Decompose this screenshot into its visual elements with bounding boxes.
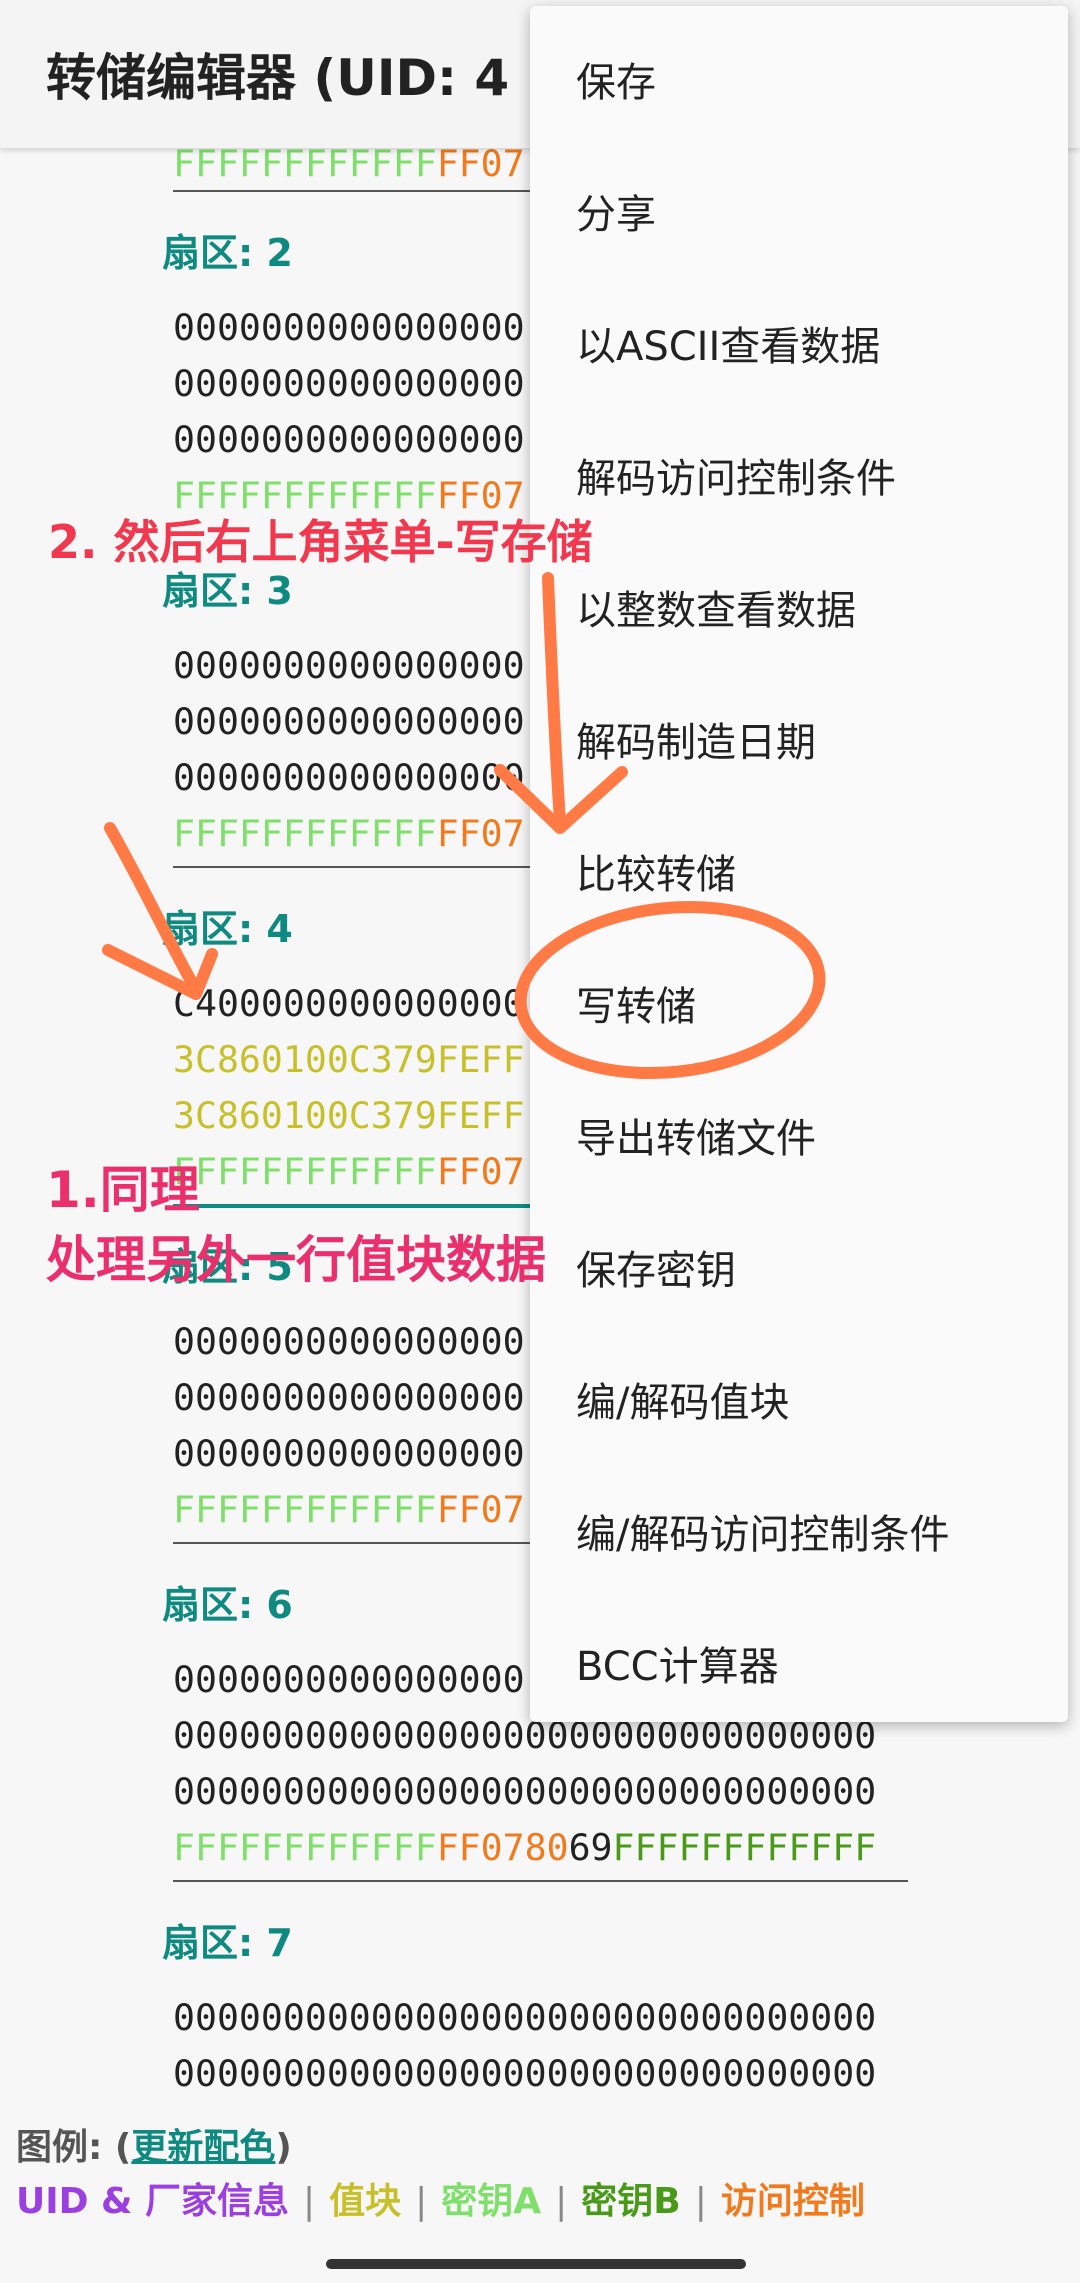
block-line: 00000000000000000000000000000000	[173, 2052, 877, 2095]
update-colors-link[interactable]: 更新配色	[131, 2127, 275, 2168]
value-block-line: 3C860100C379FEFF	[173, 1038, 525, 1081]
menu-item-save-keys[interactable]: 保存密钥	[576, 1238, 736, 1296]
trailer-line: FFFFFFFFFFFFFF07	[173, 1150, 525, 1193]
sector-divider	[173, 1880, 908, 1882]
legend-uid: UID & 厂家信息	[16, 2181, 289, 2222]
annotation-step2: 2. 然后右上角菜单-写存储	[48, 515, 593, 569]
block-line: 0000000000000000	[173, 1432, 525, 1475]
menu-item-bcc-calculator[interactable]: BCC计算器	[576, 1634, 779, 1692]
block-line: 0000000000000000	[173, 1320, 525, 1363]
menu-item-write-dump[interactable]: 写转储	[576, 974, 696, 1032]
menu-item-access-tool[interactable]: 编/解码访问控制条件	[576, 1502, 949, 1560]
block-line: 0000000000000000	[173, 1376, 525, 1419]
block-line: 0000000000000000	[173, 418, 525, 461]
annotation-step1-line1: 1.同理	[46, 1161, 200, 1219]
trailer-line: FFFFFFFFFFFFFF078069FFFFFFFFFFFF	[173, 1826, 877, 1869]
overflow-menu: 保存 分享 以ASCII查看数据 解码访问控制条件 以整数查看数据 解码制造日期…	[530, 6, 1068, 1722]
page-title: 转储编辑器 (UID: 4	[46, 49, 510, 107]
annotation-step1-line2: 处理另外一行值块数据	[46, 1231, 546, 1289]
trailer-line: FFFFFFFFFFFFFF07	[173, 812, 525, 855]
legend-value-block: 值块	[329, 2181, 402, 2222]
legend-key-a: 密钥A	[441, 2181, 542, 2222]
value-block-line: 3C860100C379FEFF	[173, 1094, 525, 1137]
block-line: 0000000000000000	[173, 644, 525, 687]
legend-access-control: 访问控制	[720, 2181, 865, 2222]
block-line: 0000000000000000	[173, 362, 525, 405]
block-line: 00000000000000000000000000000000	[173, 1996, 877, 2039]
menu-item-compare-dump[interactable]: 比较转储	[576, 842, 736, 900]
block-line: 00000000000000000000000000000000	[173, 1770, 877, 1813]
menu-item-decode-date[interactable]: 解码制造日期	[576, 710, 816, 768]
block-line: 0000000000000000	[173, 306, 525, 349]
menu-item-view-ascii[interactable]: 以ASCII查看数据	[576, 314, 880, 372]
block-line: 0000000000000000	[173, 756, 525, 799]
block-line: C400000000000000	[173, 982, 525, 1025]
sector-header: 扇区: 4	[162, 907, 293, 951]
block-line: 0000000000000000	[173, 1658, 525, 1701]
trailer-line: FFFFFFFFFFFFFF07	[173, 148, 525, 185]
trailer-line: FFFFFFFFFFFFFF07	[173, 1488, 525, 1531]
block-line: 0000000000000000	[173, 700, 525, 743]
menu-item-decode-access[interactable]: 解码访问控制条件	[576, 446, 896, 504]
legend-key-b: 密钥B	[581, 2181, 681, 2222]
menu-item-view-integer[interactable]: 以整数查看数据	[576, 578, 856, 636]
sector-header: 扇区: 6	[162, 1583, 293, 1627]
home-indicator[interactable]	[326, 2259, 746, 2269]
menu-item-value-block[interactable]: 编/解码值块	[576, 1370, 789, 1428]
sector-header: 扇区: 7	[162, 1921, 293, 1965]
legend-title: 图例: (更新配色)	[16, 2127, 292, 2168]
menu-item-export-dump[interactable]: 导出转储文件	[576, 1106, 816, 1164]
sector-header: 扇区: 2	[162, 231, 293, 275]
legend: UID & 厂家信息 | 值块 | 密钥A | 密钥B | 访问控制	[16, 2181, 865, 2222]
menu-item-share[interactable]: 分享	[576, 182, 656, 240]
menu-item-save[interactable]: 保存	[576, 50, 656, 108]
